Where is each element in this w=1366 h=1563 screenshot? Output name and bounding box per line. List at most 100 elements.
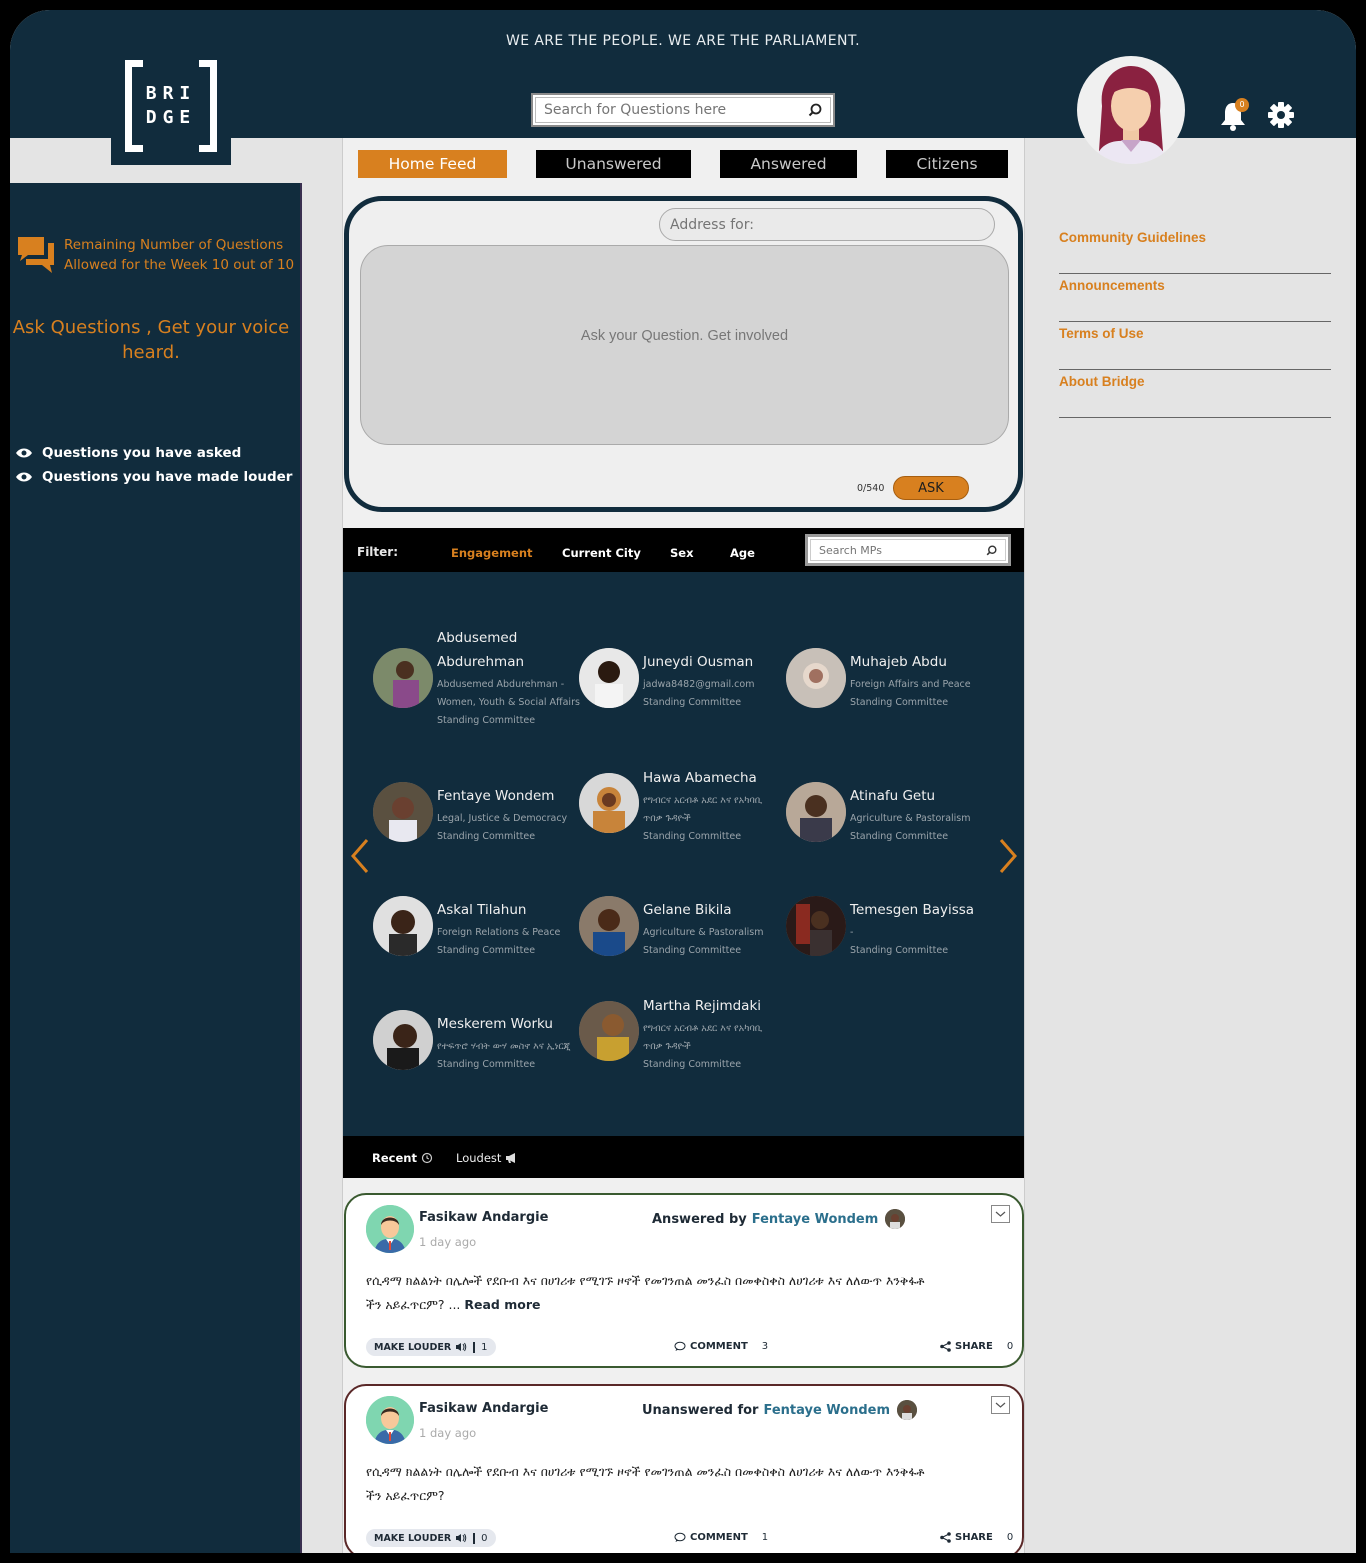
filter-age[interactable]: Age [730, 546, 755, 560]
gear-icon [1268, 102, 1294, 128]
mp-photo [786, 896, 846, 956]
asker-name[interactable]: Fasikaw Andargie [419, 1401, 548, 1416]
tab-home-feed[interactable]: Home Feed [358, 150, 507, 178]
chevron-left-icon[interactable] [347, 836, 373, 876]
louder-count: 0 [473, 1532, 488, 1544]
filter-current-city[interactable]: Current City [562, 546, 641, 560]
mp-name: Hawa Abamecha [643, 770, 757, 786]
remaining-line-1: Remaining Number of Questions [64, 237, 284, 253]
mp-card[interactable]: Martha Rejimdaki የግብርና አርብቶ አደር እና የአካባቢ… [579, 992, 784, 1082]
share-button[interactable]: SHARE 0 [940, 1341, 1013, 1352]
char-counter: 0/540 [857, 483, 885, 494]
mp-card[interactable]: Hawa Abamecha የግብርና አርብቶ አደር እና የአካባቢ ጥበቃ… [579, 764, 784, 854]
megaphone-icon [506, 1153, 516, 1163]
sort-recent[interactable]: Recent [372, 1151, 433, 1165]
comment-count: 1 [761, 1532, 769, 1543]
eye-icon [16, 448, 32, 458]
mp-name: Temesgen Bayissa [850, 902, 975, 918]
tab-citizens[interactable]: Citizens [886, 150, 1008, 178]
user-avatar[interactable] [1077, 56, 1185, 164]
mp-name: Abdusemed Abdurehman [437, 630, 525, 670]
announcements-link[interactable]: Announcements [1059, 274, 1331, 322]
terms-of-use-link[interactable]: Terms of Use [1059, 322, 1331, 370]
status-label: Unanswered for [642, 1402, 759, 1418]
tab-answered[interactable]: Answered [720, 150, 857, 178]
mp-name: Martha Rejimdaki [643, 998, 762, 1014]
question-search-input[interactable] [544, 102, 808, 118]
sort-loudest[interactable]: Loudest [456, 1151, 519, 1165]
questions-asked-label: Questions you have asked [42, 445, 242, 461]
settings-button[interactable] [1267, 101, 1297, 131]
questions-louder-link[interactable]: Questions you have made louder [16, 469, 292, 485]
mp-link[interactable]: Fentaye Wondem [752, 1212, 879, 1227]
make-louder-label: MAKE LOUDER [374, 1341, 452, 1353]
share-count: 0 [1006, 1532, 1014, 1543]
mp-photo [786, 648, 846, 708]
comment-button[interactable]: COMMENT 1 [674, 1532, 768, 1543]
tab-unanswered[interactable]: Unanswered [536, 150, 691, 178]
filter-sex[interactable]: Sex [670, 546, 694, 560]
share-button[interactable]: SHARE 0 [940, 1532, 1013, 1543]
mp-card[interactable]: Abdusemed Abdurehman Abdusemed Abdurehman… [373, 630, 580, 726]
mp-card[interactable]: Gelane Bikila Agriculture & Pastoralism S… [579, 878, 784, 968]
ask-heading-line-1: Ask Questions , Get your voice [12, 317, 290, 338]
mp-committee: የተፍጥሮ ሃብት ውሃ መስኖ እና ኢነርጂ Standing Committ… [437, 1041, 571, 1070]
questions-asked-link[interactable]: Questions you have asked [16, 445, 241, 461]
remaining-questions: Remaining Number of Questions Allowed fo… [16, 235, 296, 275]
mp-committee: Agriculture & Pastoralism Standing Commit… [850, 813, 971, 842]
mp-link[interactable]: Fentaye Wondem [763, 1403, 890, 1418]
remaining-line-2: Allowed for the Week 10 out of 10 [64, 257, 295, 273]
question-text: የሲዳማ ክልልነት በሌሎች የደቡብ እና በሀገሪቱ የሚገኙ ዞኖች የ… [366, 1269, 1006, 1317]
make-louder-button[interactable]: MAKE LOUDER 1 [366, 1338, 496, 1356]
slogan: WE ARE THE PEOPLE. WE ARE THE PARLIAMENT… [505, 33, 861, 49]
ask-heading-line-2: heard. [122, 342, 180, 363]
post-options-dropdown[interactable] [991, 1205, 1010, 1223]
mp-card[interactable]: Meskerem Worku የተፍጥሮ ሃብት ውሃ መስኖ እና ኢነርጂ S… [373, 992, 578, 1082]
read-more-link[interactable]: Read more [464, 1297, 540, 1312]
chevron-down-icon [995, 1402, 1006, 1408]
mp-card[interactable]: Temesgen Bayissa - Standing Committee [786, 878, 991, 968]
mp-card[interactable]: Atinafu Getu Agriculture & Pastoralism St… [786, 764, 991, 854]
ask-button[interactable]: ASK [893, 476, 969, 500]
mp-photo [786, 782, 846, 842]
chat-bubbles-icon [18, 237, 54, 273]
share-icon [940, 1341, 951, 1352]
mp-name: Juneydi Ousman [643, 654, 754, 670]
comment-icon [674, 1532, 686, 1542]
question-text-line-2: ችን አይፈጥርም? [366, 1488, 445, 1503]
chevron-right-icon[interactable] [995, 836, 1021, 876]
mp-name: Fentaye Wondem [437, 788, 555, 804]
make-louder-button[interactable]: MAKE LOUDER 0 [366, 1529, 496, 1547]
make-louder-label: MAKE LOUDER [374, 1532, 452, 1544]
filter-engagement[interactable]: Engagement [451, 546, 533, 560]
mp-name: Askal Tilahun [437, 902, 527, 918]
questions-louder-label: Questions you have made louder [42, 469, 293, 485]
filter-bar: Filter: Engagement Current City Sex Age [343, 528, 1024, 572]
mp-committee: jadwa8482@gmail.com Standing Committee [643, 679, 755, 708]
mp-card[interactable]: Muhajeb Abdu Foreign Affairs and Peace St… [786, 630, 991, 720]
question-textarea[interactable]: Ask your Question. Get involved [360, 245, 1009, 445]
mp-committee: Abdusemed Abdurehman - Women, Youth & Soc… [437, 679, 580, 726]
mp-photo [373, 648, 433, 708]
mp-card[interactable]: Juneydi Ousman jadwa8482@gmail.com Standi… [579, 630, 784, 720]
search-icon[interactable] [986, 544, 997, 556]
share-label: SHARE [955, 1341, 993, 1352]
post-options-dropdown[interactable] [991, 1396, 1010, 1414]
logo[interactable]: BRI DGE [111, 54, 231, 165]
mp-committee: - Standing Committee [850, 927, 949, 956]
right-links: Community Guidelines Announcements Terms… [1059, 226, 1331, 418]
asker-name[interactable]: Fasikaw Andargie [419, 1210, 548, 1225]
mp-card[interactable]: Askal Tilahun Foreign Relations & Peace S… [373, 878, 578, 968]
about-bridge-link[interactable]: About Bridge [1059, 370, 1331, 418]
search-icon[interactable] [808, 103, 822, 117]
answer-status: Answered by Fentaye Wondem [652, 1209, 906, 1229]
notifications-button[interactable]: 0 [1218, 98, 1252, 134]
address-for-input[interactable] [659, 208, 995, 241]
comment-label: COMMENT [690, 1532, 748, 1543]
mp-search-input[interactable] [819, 543, 986, 557]
community-guidelines-link[interactable]: Community Guidelines [1059, 226, 1331, 274]
comment-button[interactable]: COMMENT 3 [674, 1341, 768, 1352]
mp-card[interactable]: Fentaye Wondem Legal, Justice & Democrac… [373, 764, 578, 854]
asker-avatar [366, 1396, 414, 1444]
share-label: SHARE [955, 1532, 993, 1543]
